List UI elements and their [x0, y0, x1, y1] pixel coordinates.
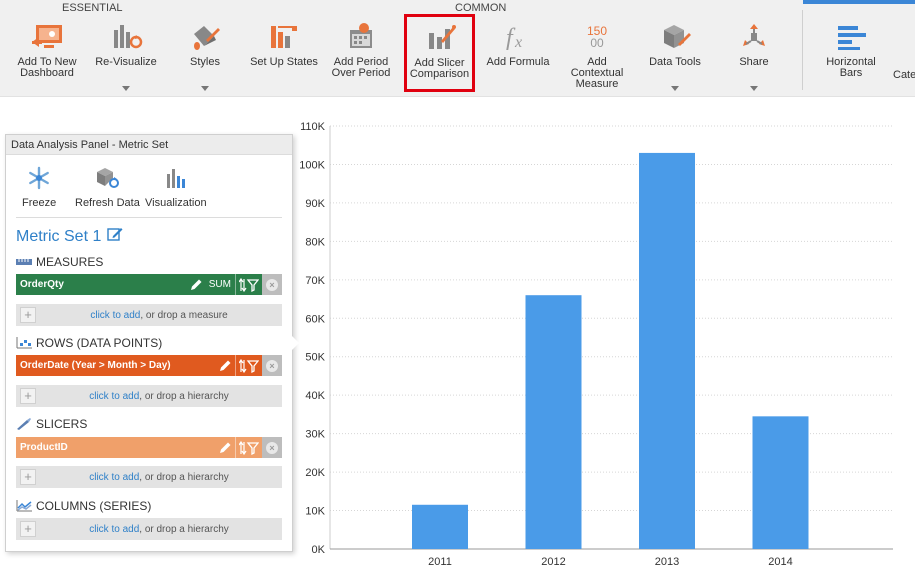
measures-click-to-add-link[interactable]: click to add — [90, 310, 140, 321]
y-tick-label: 110K — [300, 121, 326, 133]
refresh-data-icon — [94, 165, 120, 191]
x-tick-label: 2013 — [655, 556, 679, 568]
rows-header-text: ROWS (DATA POINTS) — [36, 336, 163, 350]
row-sort-filter-icon[interactable] — [236, 355, 262, 376]
measures-drop-text: , or drop a measure — [140, 309, 228, 321]
columns-drop-text: , or drop a hierarchy — [139, 523, 229, 535]
y-tick-label: 80K — [305, 236, 325, 248]
measure-sort-filter-icon[interactable] — [236, 274, 262, 295]
x-tick-label: 2011 — [428, 556, 452, 568]
bar-2013 — [639, 152, 695, 549]
measure-field-name: OrderQty — [20, 279, 64, 290]
row-field-name: OrderDate (Year > Month > Day) — [20, 360, 171, 371]
bar-2012 — [525, 295, 582, 549]
row-edit-pencil-icon[interactable] — [216, 355, 235, 376]
freeze-label: Freeze — [22, 197, 57, 209]
edit-pencil-icon[interactable] — [107, 226, 123, 247]
y-tick-label: 70K — [305, 275, 325, 287]
slicers-click-to-add-link[interactable]: click to add — [89, 472, 139, 483]
add-measure-plus-icon[interactable]: + — [20, 307, 36, 323]
rows-drop-text: , or drop a hierarchy — [139, 390, 229, 402]
y-tick-label: 10K — [305, 506, 325, 518]
columns-section-header: COLUMNS (SERIES) — [16, 499, 151, 513]
y-tick-label: 0K — [312, 544, 326, 556]
columns-dropzone[interactable]: + click to add, or drop a hierarchy — [16, 518, 282, 540]
measure-field-orderqty[interactable]: OrderQty SUM × — [16, 274, 282, 295]
rows-click-to-add-link[interactable]: click to add — [89, 391, 139, 402]
series-line-icon — [16, 500, 32, 512]
x-tick-label: 2012 — [541, 556, 565, 568]
close-icon: × — [266, 278, 278, 291]
bar-2011 — [412, 504, 468, 549]
refresh-data-label: Refresh Data — [75, 197, 140, 209]
add-column-plus-icon[interactable]: + — [20, 521, 36, 537]
row-field-orderdate[interactable]: OrderDate (Year > Month > Day) × — [16, 355, 282, 376]
refresh-data-button[interactable]: Refresh Data — [75, 165, 140, 209]
measure-remove-button[interactable]: × — [262, 274, 282, 295]
rows-section-header: ROWS (DATA POINTS) — [16, 336, 162, 350]
rows-scatter-icon — [16, 337, 32, 349]
y-tick-label: 90K — [305, 198, 325, 210]
columns-click-to-add-link[interactable]: click to add — [89, 524, 139, 535]
panel-toolbar: Freeze Refresh Data Visualization — [6, 165, 292, 213]
y-tick-label: 30K — [305, 429, 325, 441]
measures-dropzone[interactable]: + click to add, or drop a measure — [16, 304, 282, 326]
columns-header-text: COLUMNS (SERIES) — [36, 499, 152, 513]
x-tick-label: 2014 — [768, 556, 792, 568]
measure-aggregation[interactable]: SUM — [206, 274, 235, 295]
freeze-button[interactable]: Freeze — [22, 165, 56, 209]
snowflake-icon — [26, 165, 52, 191]
slicers-section-header: SLICERS — [16, 417, 87, 431]
y-tick-label: 50K — [305, 352, 325, 364]
slicers-dropzone[interactable]: + click to add, or drop a hierarchy — [16, 466, 282, 488]
rows-dropzone[interactable]: + click to add, or drop a hierarchy — [16, 385, 282, 407]
panel-pointer-arrow — [291, 335, 299, 351]
close-icon: × — [266, 441, 278, 454]
y-tick-label: 60K — [305, 313, 325, 325]
slicer-field-name: ProductID — [20, 442, 68, 453]
y-tick-label: 40K — [305, 390, 325, 402]
slicers-drop-text: , or drop a hierarchy — [139, 471, 229, 483]
add-slicer-plus-icon[interactable]: + — [20, 469, 36, 485]
row-remove-button[interactable]: × — [262, 355, 282, 376]
slicer-knife-icon — [16, 418, 32, 430]
measures-section-header: MEASURES — [16, 255, 103, 269]
close-icon: × — [266, 359, 278, 372]
y-tick-label: 100K — [299, 159, 325, 171]
measure-edit-pencil-icon[interactable] — [187, 274, 206, 295]
measures-ruler-icon — [16, 256, 32, 268]
slicer-sort-filter-icon[interactable] — [236, 437, 262, 458]
slicer-field-productid[interactable]: ProductID × — [16, 437, 282, 458]
panel-divider — [16, 217, 282, 218]
measures-header-text: MEASURES — [36, 255, 104, 269]
y-tick-label: 20K — [305, 467, 325, 479]
metric-set-title[interactable]: Metric Set 1 — [16, 226, 123, 247]
visualization-button[interactable]: Visualization — [145, 165, 207, 209]
slicer-edit-pencil-icon[interactable] — [216, 437, 235, 458]
panel-title: Data Analysis Panel - Metric Set — [6, 135, 292, 155]
slicers-header-text: SLICERS — [36, 417, 88, 431]
slicer-remove-button[interactable]: × — [262, 437, 282, 458]
add-row-plus-icon[interactable]: + — [20, 388, 36, 404]
visualization-label: Visualization — [145, 197, 207, 209]
data-analysis-panel: Data Analysis Panel - Metric Set Freeze — [5, 134, 293, 552]
metric-set-title-text: Metric Set 1 — [16, 227, 102, 245]
visualization-bar-icon — [163, 165, 189, 191]
bar-2014 — [752, 416, 809, 549]
